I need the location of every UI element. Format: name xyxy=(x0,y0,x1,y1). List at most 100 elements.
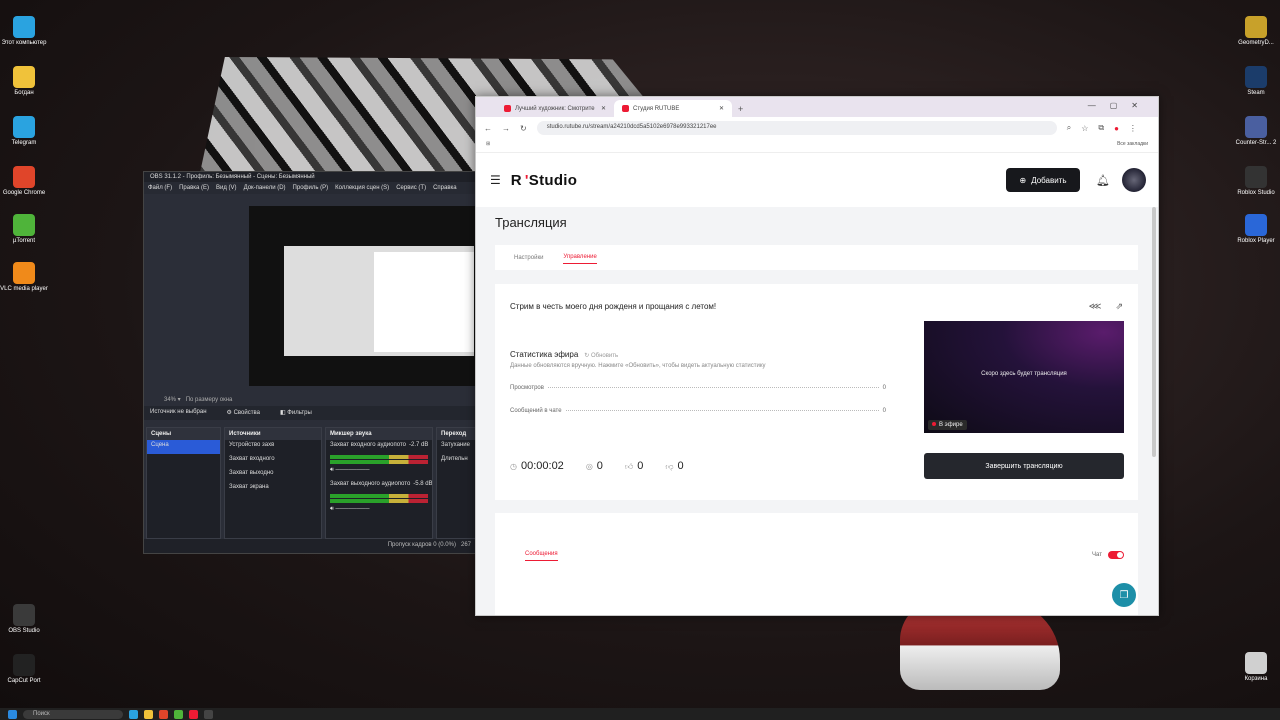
back-icon[interactable]: ← xyxy=(484,124,492,133)
mixer-channel: Захват выходного аудиопото -5.8 dB xyxy=(326,479,432,493)
desktop-icon[interactable]: Steam xyxy=(1232,66,1280,97)
profile-icon[interactable]: ● xyxy=(1114,124,1119,133)
desktop-icon[interactable]: Корзина xyxy=(1232,652,1280,683)
desktop-icon-label: GeometryD... xyxy=(1238,40,1274,46)
stats-title: Статистика эфира xyxy=(510,350,579,359)
browser-window[interactable]: Лучший художник: Смотрите ✕ Студия RUTUBE… xyxy=(475,96,1159,616)
mixer-dock: Микшер звука Захват входного аудиопото -2… xyxy=(325,427,433,539)
mixer-title: Микшер звука xyxy=(326,428,432,440)
rutube-task-icon[interactable] xyxy=(189,709,198,719)
desktop-icon[interactable]: µTorrent xyxy=(0,214,48,245)
avatar[interactable] xyxy=(1122,168,1146,192)
source-item[interactable]: Захват экрана xyxy=(225,482,321,496)
url-input[interactable]: studio.rutube.ru/stream/a24210dcd5a5102e… xyxy=(536,121,1057,135)
support-chat-icon[interactable]: ❐ xyxy=(1112,583,1136,607)
add-button-label: Добавить xyxy=(1031,175,1067,185)
browser-tab-artist[interactable]: Лучший художник: Смотрите ✕ xyxy=(496,100,614,117)
new-tab-icon[interactable]: + xyxy=(732,101,749,117)
share-icon[interactable]: ⋘ xyxy=(1089,301,1102,312)
close-icon[interactable]: ✕ xyxy=(601,105,606,112)
desktop-icon[interactable]: Google Chrome xyxy=(0,166,48,197)
forward-icon[interactable]: → xyxy=(502,124,510,133)
source-item[interactable]: Захват входного xyxy=(225,454,321,468)
duration-label: Длительн xyxy=(441,456,468,462)
refresh-button[interactable]: ↻ Обновить xyxy=(584,353,618,359)
bell-icon[interactable]: 🔔︎ xyxy=(1096,174,1110,187)
stat-row-views: Просмотров 0 xyxy=(510,385,886,391)
browser-tab-studio[interactable]: Студия RUTUBE ✕ xyxy=(614,100,732,117)
obs-titlebar: OBS 31.1.2 - Профиль: Безымянный - Сцены… xyxy=(144,172,475,182)
star-icon[interactable]: ☆ xyxy=(1081,124,1088,133)
desktop-icon[interactable]: OBS Studio xyxy=(0,604,48,635)
desktop-icon[interactable]: VLC media player xyxy=(0,262,48,293)
desktop-icon[interactable]: Богдан xyxy=(0,66,48,97)
menu-icon[interactable]: ⋮ xyxy=(1129,124,1137,133)
live-metrics: ◷ 00:00:02 ◎ 0 👍︎ 0 👎︎ 0 xyxy=(510,460,684,472)
filters-button[interactable]: ◧ Фильтры xyxy=(280,409,312,417)
scene-item[interactable]: Сцена xyxy=(147,440,220,454)
obs-task-icon[interactable] xyxy=(204,709,213,719)
chrome-task-icon[interactable] xyxy=(159,709,168,719)
desktop-icon-label: Steam xyxy=(1247,90,1265,96)
end-stream-button[interactable]: Завершить трансляцию xyxy=(924,453,1124,479)
obs-zoom[interactable]: 34% ▾ По размеру окна xyxy=(164,396,232,403)
obs-menu-item[interactable]: Коллекция сцен (S) xyxy=(335,185,389,191)
chat-toggle[interactable] xyxy=(1108,551,1124,559)
obs-menu-item[interactable]: Правка (E) xyxy=(179,185,209,191)
tab-settings[interactable]: Настройки xyxy=(514,255,543,261)
obs-menubar: Файл (F) Правка (E) Вид (V) Док-панели (D) П… xyxy=(144,182,475,194)
obs-menu-item[interactable]: Сервис (T) xyxy=(396,185,426,191)
source-item[interactable]: Устройство захв xyxy=(225,440,321,454)
add-button[interactable]: ⊕ Добавить xyxy=(1006,168,1081,192)
utorrent-task-icon[interactable] xyxy=(174,709,183,719)
filters-label: Фильтры xyxy=(287,410,312,416)
messages-tab[interactable]: Сообщения xyxy=(525,551,558,561)
desktop-icon[interactable]: Counter-Str... 2 xyxy=(1232,116,1280,147)
volume-slider[interactable]: 🔊︎ ──────── xyxy=(326,465,432,479)
zoom-icon[interactable]: ⌕ xyxy=(1067,123,1071,133)
all-bookmarks[interactable]: Все закладки xyxy=(1117,141,1148,150)
volume-slider[interactable]: 🔊︎ ──────── xyxy=(326,504,432,518)
channel-name: Захват выходного аудиопото xyxy=(330,481,411,487)
window-controls[interactable]: —▢✕ xyxy=(1088,101,1152,110)
volume-meter xyxy=(330,455,428,459)
desktop-icon[interactable]: Roblox Player xyxy=(1232,214,1280,245)
desktop-icon[interactable]: Этот компьютер xyxy=(0,16,48,47)
tab-manage[interactable]: Управление xyxy=(563,251,597,264)
page-scrollbar[interactable] xyxy=(1152,207,1156,457)
desktop-icon[interactable]: Roblox Studio xyxy=(1232,166,1280,197)
external-link-icon[interactable]: ⇗ xyxy=(1115,301,1123,312)
transition-select[interactable]: Затухание xyxy=(437,440,476,454)
zoom-value: 34% xyxy=(164,397,177,403)
desktop-icon[interactable]: CapCut Port xyxy=(0,654,48,685)
close-icon[interactable]: ✕ xyxy=(719,105,724,112)
obs-window[interactable]: OBS 31.1.2 - Профиль: Безымянный - Сцены… xyxy=(143,171,477,554)
obs-menu-item[interactable]: Файл (F) xyxy=(148,185,172,191)
chat-card: Сообщения Чат xyxy=(495,513,1138,615)
explorer-task-icon[interactable] xyxy=(144,709,153,719)
obs-menu-item[interactable]: Вид (V) xyxy=(216,185,237,191)
obs-menu-item[interactable]: Док-панели (D) xyxy=(244,185,286,191)
desktop-icon[interactable]: GeometryD... xyxy=(1232,16,1280,47)
app-icon xyxy=(13,654,35,676)
taskbar-search[interactable]: Поиск xyxy=(23,709,123,719)
app-icon xyxy=(1245,214,1267,236)
chat-label: Чат xyxy=(1092,552,1102,558)
menu-burger-icon[interactable]: ☰ xyxy=(490,173,501,187)
stream-player[interactable]: Скоро здесь будет трансляция В эфире xyxy=(924,321,1124,433)
extensions-icon[interactable]: ⧉ xyxy=(1098,123,1104,133)
source-item[interactable]: Захват выходно xyxy=(225,468,321,482)
telegram-task-icon[interactable] xyxy=(129,709,138,719)
start-icon[interactable] xyxy=(8,709,17,719)
source-label: Захват выходно xyxy=(229,470,274,476)
desktop-icon[interactable]: Telegram xyxy=(0,116,48,147)
obs-preview[interactable] xyxy=(249,206,477,386)
obs-menu-item[interactable]: Справка xyxy=(433,185,457,191)
apps-icon[interactable]: ⊞ xyxy=(486,141,490,150)
address-bar-row: ← → ↻ studio.rutube.ru/stream/a24210dcd5… xyxy=(476,117,1158,139)
properties-button[interactable]: ⚙ Свойства xyxy=(227,409,260,417)
rstudio-logo[interactable]: R 'Studio xyxy=(511,172,577,189)
obs-menu-item[interactable]: Профиль (P) xyxy=(293,185,329,191)
reload-icon[interactable]: ↻ xyxy=(520,124,527,133)
desktop-icon-label: OBS Studio xyxy=(8,628,40,634)
